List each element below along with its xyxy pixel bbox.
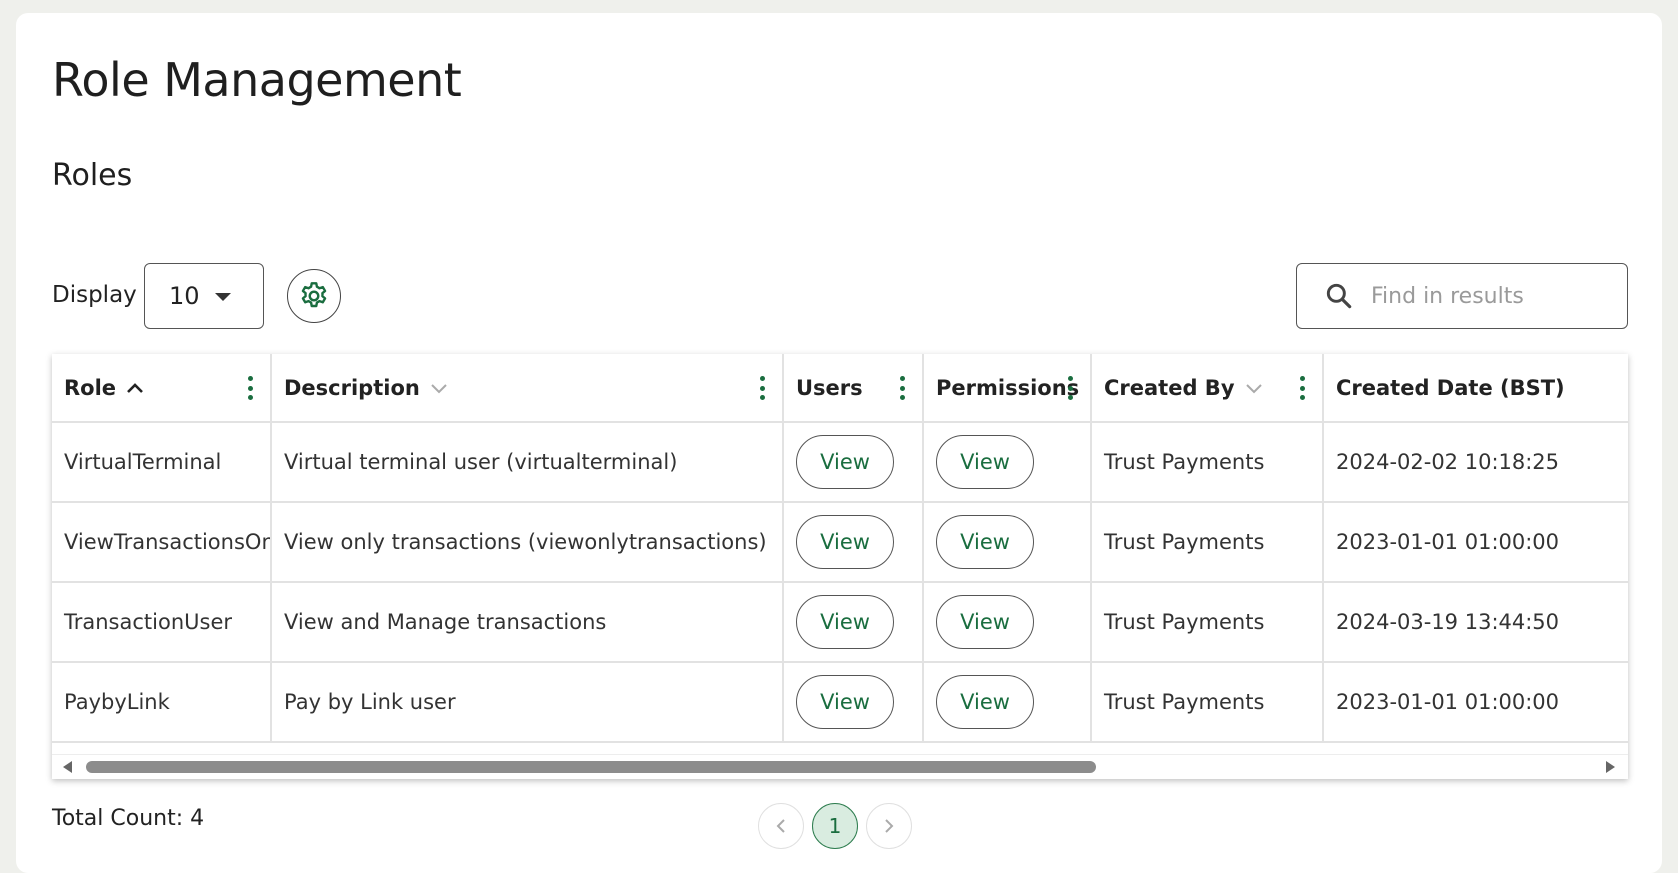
chevron-right-icon xyxy=(885,819,894,833)
cell-users: View xyxy=(783,662,924,743)
column-menu-icon[interactable] xyxy=(898,376,906,400)
cell-role: TransactionUser xyxy=(52,582,272,663)
column-header-created-date: Created Date (BST) xyxy=(1323,354,1628,423)
roles-table: Role Description Users Permissions Creat… xyxy=(52,354,1628,779)
chevron-left-icon xyxy=(776,819,785,833)
search-box xyxy=(1296,263,1628,329)
column-header-created-by[interactable]: Created By xyxy=(1091,354,1324,423)
table-row: TransactionUser View and Manage transact… xyxy=(52,582,1628,663)
chevron-down-icon[interactable] xyxy=(430,382,448,394)
table-row: PaybyLink Pay by Link user View View Tru… xyxy=(52,662,1628,743)
column-header-users: Users xyxy=(783,354,924,423)
cell-role: PaybyLink xyxy=(52,662,272,743)
view-users-button[interactable]: View xyxy=(796,595,894,649)
column-label-role: Role xyxy=(64,375,117,400)
cell-created-by: Trust Payments xyxy=(1091,502,1324,583)
scrollbar-thumb[interactable] xyxy=(86,761,1096,773)
cell-description: View and Manage transactions xyxy=(271,582,784,663)
cell-users: View xyxy=(783,582,924,663)
column-menu-icon[interactable] xyxy=(1298,376,1306,400)
page-size-value: 10 xyxy=(169,282,200,310)
cell-role: VirtualTerminal xyxy=(52,422,272,503)
view-permissions-button[interactable]: View xyxy=(936,595,1034,649)
cell-description: Pay by Link user xyxy=(271,662,784,743)
display-label: Display xyxy=(52,282,137,308)
column-menu-icon[interactable] xyxy=(1066,376,1074,400)
cell-created-date: 2023-01-01 01:00:00 xyxy=(1323,662,1628,743)
cell-role: ViewTransactionsOnly xyxy=(52,502,272,583)
search-icon xyxy=(1323,280,1355,312)
cell-description: View only transactions (viewonlytransact… xyxy=(271,502,784,583)
page-title: Role Management xyxy=(52,53,462,107)
column-header-permissions: Permissions xyxy=(923,354,1092,423)
cell-created-date: 2024-03-19 13:44:50 xyxy=(1323,582,1628,663)
column-menu-icon[interactable] xyxy=(758,376,766,400)
scroll-left-icon[interactable] xyxy=(63,761,72,773)
cell-created-date: 2024-02-02 10:18:25 xyxy=(1323,422,1628,503)
main-card: Role Management Roles Display 10 Find in… xyxy=(16,13,1662,873)
column-header-role[interactable]: Role xyxy=(52,354,272,423)
view-users-button[interactable]: View xyxy=(796,435,894,489)
column-settings-button[interactable] xyxy=(287,269,341,323)
cell-permissions: View xyxy=(923,662,1092,743)
cell-users: View xyxy=(783,422,924,503)
column-label-description: Description xyxy=(284,375,420,400)
chevron-down-icon xyxy=(215,293,231,301)
view-permissions-button[interactable]: View xyxy=(936,515,1034,569)
page-button-1[interactable]: 1 xyxy=(812,803,858,849)
gear-icon xyxy=(301,282,327,308)
scroll-right-icon[interactable] xyxy=(1606,761,1615,773)
view-users-button[interactable]: View xyxy=(796,515,894,569)
sort-ascending-icon[interactable] xyxy=(126,382,144,394)
view-users-button[interactable]: View xyxy=(796,675,894,729)
table-row: ViewTransactionsOnly View only transacti… xyxy=(52,502,1628,583)
search-input[interactable] xyxy=(1369,282,1603,310)
table-header-row: Role Description Users Permissions Creat… xyxy=(52,354,1628,423)
cell-created-by: Trust Payments xyxy=(1091,422,1324,503)
chevron-down-icon[interactable] xyxy=(1245,382,1263,394)
page-size-select[interactable]: 10 xyxy=(144,263,264,329)
table-row: VirtualTerminal Virtual terminal user (v… xyxy=(52,422,1628,503)
previous-page-button[interactable] xyxy=(758,803,804,849)
cell-created-by: Trust Payments xyxy=(1091,582,1324,663)
cell-users: View xyxy=(783,502,924,583)
pagination: 1 xyxy=(758,803,912,849)
total-count: Total Count: 4 xyxy=(52,806,205,831)
column-header-description[interactable]: Description xyxy=(271,354,784,423)
horizontal-scrollbar[interactable] xyxy=(52,754,1628,779)
cell-description: Virtual terminal user (virtualterminal) xyxy=(271,422,784,503)
section-title: Roles xyxy=(52,158,133,193)
column-label-permissions: Permissions xyxy=(936,375,1080,400)
cell-permissions: View xyxy=(923,502,1092,583)
cell-created-by: Trust Payments xyxy=(1091,662,1324,743)
cell-permissions: View xyxy=(923,582,1092,663)
column-label-created-by: Created By xyxy=(1104,375,1235,400)
next-page-button[interactable] xyxy=(866,803,912,849)
column-label-created-date: Created Date (BST) xyxy=(1336,375,1565,400)
cell-permissions: View xyxy=(923,422,1092,503)
view-permissions-button[interactable]: View xyxy=(936,675,1034,729)
column-menu-icon[interactable] xyxy=(246,376,254,400)
view-permissions-button[interactable]: View xyxy=(936,435,1034,489)
column-label-users: Users xyxy=(796,375,863,400)
cell-created-date: 2023-01-01 01:00:00 xyxy=(1323,502,1628,583)
